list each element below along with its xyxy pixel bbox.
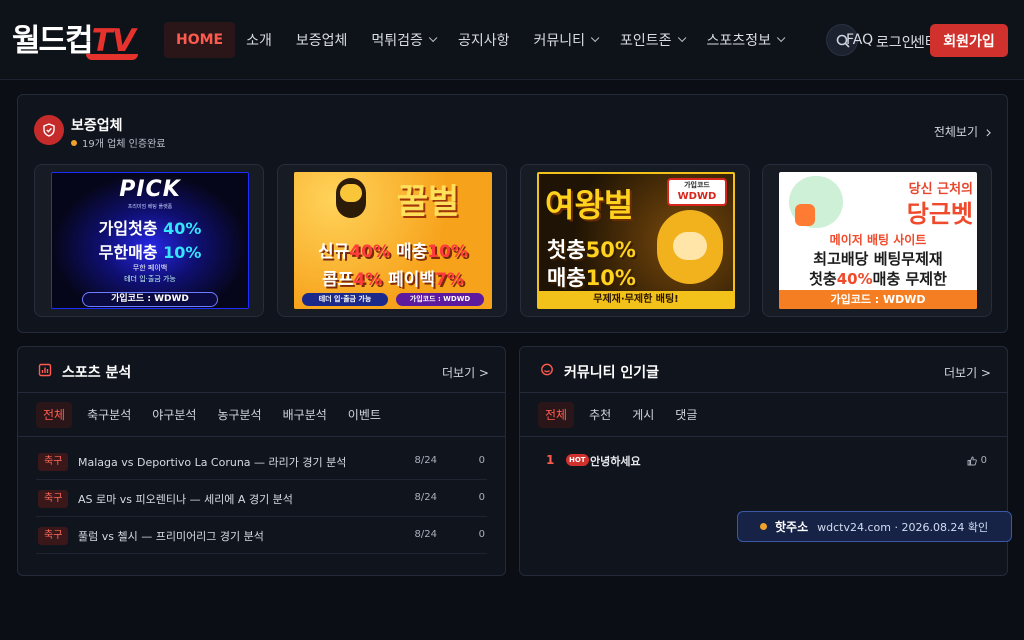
partner-card-kkulbeol[interactable]: 꿀벌 신규40% 매충10% 콤프4% 페이백7% 테더 입·출금 가능 가입코… — [277, 164, 507, 317]
nav-faq[interactable]: FAQ — [846, 32, 873, 48]
partner-card-queenbee[interactable]: 여왕벌 가입코드 WDWD 첫충50% 매충10% 무제재·무제한 배팅! — [520, 164, 750, 317]
tab-recommended[interactable]: 추천 — [583, 402, 617, 428]
more-link[interactable]: 더보기 > — [442, 364, 489, 381]
partner-card-pick[interactable]: PICK 프리미엄 베팅 플랫폼 가입첫충 40% 무한매충 10% 무한 페이… — [34, 164, 264, 317]
partner-card-danggeunbet[interactable]: 당신 근처의 당근벳 메이저 배팅 사이트 최고배당 베팅무제재 첫충40%매충… — [762, 164, 992, 317]
comment-count: 0 — [478, 529, 485, 540]
section-title: 보증업체 — [71, 118, 123, 134]
sports-analysis-panel: 스포츠 분석 더보기 > 전체 축구분석 야구분석 농구분석 배구분석 이벤트 … — [17, 346, 506, 576]
banner-brand: PICK — [119, 177, 181, 202]
nav-verification[interactable]: 먹튀검증 — [360, 22, 445, 58]
logo-drip — [86, 54, 138, 60]
chevron-down-icon — [677, 33, 686, 43]
nav-sports-info[interactable]: 스포츠정보 — [696, 22, 793, 58]
community-tabs: 전체 추천 게시 댓글 — [538, 402, 989, 428]
nav-notice[interactable]: 공지사항 — [447, 22, 521, 58]
shield-icon — [34, 115, 64, 145]
tab-basketball[interactable]: 농구분석 — [211, 402, 267, 428]
list-item[interactable]: 축구 AS 로마 vs 피오렌티나 — 세리에 A 경기 분석 8/24 0 — [36, 480, 487, 517]
chat-bubble-icon — [541, 363, 553, 376]
status-dot — [71, 139, 77, 146]
list-item[interactable]: 축구 Malaga vs Deportivo La Coruna — 라리가 경… — [36, 443, 487, 480]
banner-code: 가입코드 : WDWD — [396, 293, 484, 306]
site-logo[interactable]: 월드컵 TV — [12, 20, 138, 60]
section-subtitle: 19개 업체 인증완료 — [71, 135, 165, 150]
nav-community[interactable]: 커뮤니티 — [522, 22, 607, 58]
sports-tabs: 전체 축구분석 야구분석 농구분석 배구분석 이벤트 — [36, 402, 487, 428]
banner-brand: 여왕벌 — [545, 186, 634, 224]
category-badge: 축구 — [38, 453, 69, 471]
post-list: 축구 Malaga vs Deportivo La Coruna — 라리가 경… — [36, 443, 487, 554]
panel-title: 스포츠 분석 — [62, 365, 132, 381]
panel-title: 커뮤니티 인기글 — [564, 365, 660, 381]
post-date: 8/24 — [414, 492, 437, 503]
more-link[interactable]: 더보기 > — [944, 364, 991, 381]
post-date: 8/24 — [414, 455, 437, 466]
bunny-mascot — [789, 176, 843, 228]
category-badge: 축구 — [38, 490, 69, 508]
chart-icon — [38, 363, 52, 377]
partner-banner: PICK 프리미엄 베팅 플랫폼 가입첫충 40% 무한매충 10% 무한 페이… — [51, 172, 249, 309]
tab-all[interactable]: 전체 — [538, 402, 575, 428]
toast-label: 핫주소 — [775, 520, 809, 534]
chevron-right-icon — [983, 129, 991, 137]
nav-intro[interactable]: 소개 — [235, 22, 283, 58]
tab-baseball[interactable]: 야구분석 — [146, 402, 202, 428]
banner-brand: 꿀벌 — [396, 182, 460, 222]
tab-comments[interactable]: 댓글 — [669, 402, 703, 428]
post-title[interactable]: 안녕하세요 — [590, 453, 641, 469]
list-item[interactable]: 축구 풀럼 vs 첼시 — 프리미어리그 경기 분석 8/24 0 — [36, 517, 487, 554]
tab-soccer[interactable]: 축구분석 — [81, 402, 137, 428]
post-title[interactable]: Malaga vs Deportivo La Coruna — 라리가 경기 분… — [78, 454, 346, 470]
chevron-down-icon — [590, 33, 600, 43]
queen-bee-mascot — [657, 210, 723, 284]
toast-value: wdctv24.com · 2026.08.24 확인 — [817, 520, 989, 534]
tab-all[interactable]: 전체 — [36, 402, 73, 428]
list-item[interactable]: 1 HOT 안녕하세요 0 — [542, 451, 987, 473]
join-button[interactable]: 회원가입 — [930, 24, 1008, 57]
chevron-down-icon — [776, 33, 786, 43]
panel-header: 스포츠 분석 더보기 > — [18, 347, 505, 393]
tab-event[interactable]: 이벤트 — [342, 402, 387, 428]
post-title[interactable]: 풀럼 vs 첼시 — 프리미어리그 경기 분석 — [78, 528, 264, 544]
tab-posts[interactable]: 게시 — [626, 402, 660, 428]
banner-code: 가입코드 : WDWD — [779, 290, 977, 309]
see-all-link[interactable]: 전체보기 — [934, 123, 991, 140]
nav-partners[interactable]: 보증업체 — [285, 22, 359, 58]
status-dot — [760, 523, 767, 530]
chevron-down-icon — [428, 33, 438, 43]
bee-mascot — [336, 178, 366, 218]
like-count: 0 — [967, 455, 987, 466]
rank-number: 1 — [546, 453, 555, 467]
partner-banner: 당신 근처의 당근벳 메이저 배팅 사이트 최고배당 베팅무제재 첫충40%매충… — [779, 172, 977, 309]
comment-count: 0 — [478, 455, 485, 466]
hot-address-toast[interactable]: 핫주소 wdctv24.com · 2026.08.24 확인 — [737, 511, 1012, 542]
nav-home[interactable]: HOME — [164, 22, 236, 58]
banner-tagline: 프리미엄 베팅 플랫폼 — [127, 204, 173, 210]
login-link[interactable]: 로그인 — [876, 32, 915, 52]
partners-section: 보증업체 19개 업체 인증완료 전체보기 PICK 프리미엄 베팅 플랫폼 가… — [17, 94, 1008, 333]
comment-count: 0 — [478, 492, 485, 503]
banner-brand: 당근벳 — [906, 200, 973, 228]
post-date: 8/24 — [414, 529, 437, 540]
category-badge: 축구 — [38, 527, 69, 545]
hot-badge: HOT — [566, 454, 589, 466]
partner-banner: 꿀벌 신규40% 매충10% 콤프4% 페이백7% 테더 입·출금 가능 가입코… — [294, 172, 492, 309]
post-title[interactable]: AS 로마 vs 피오렌티나 — 세리에 A 경기 분석 — [78, 491, 293, 507]
nav-point-zone[interactable]: 포인트존 — [609, 22, 694, 58]
logo-text: 월드컵 — [12, 23, 94, 59]
site-header: 월드컵 TV HOME 소개 보증업체 먹튀검증 공지사항 커뮤니티 포인트존 … — [0, 0, 1024, 80]
partner-banner: 여왕벌 가입코드 WDWD 첫충50% 매충10% 무제재·무제한 배팅! — [537, 172, 735, 309]
main-nav: HOME 소개 보증업체 먹튀검증 공지사항 커뮤니티 포인트존 스포츠정보 — [164, 22, 795, 58]
banner-code: 가입코드 : WDWD — [82, 292, 218, 307]
panel-header: 커뮤니티 인기글 더보기 > — [520, 347, 1007, 393]
thumbs-up-icon — [967, 456, 977, 465]
tab-volleyball[interactable]: 배구분석 — [277, 402, 333, 428]
banner-code: 가입코드 WDWD — [667, 178, 727, 206]
